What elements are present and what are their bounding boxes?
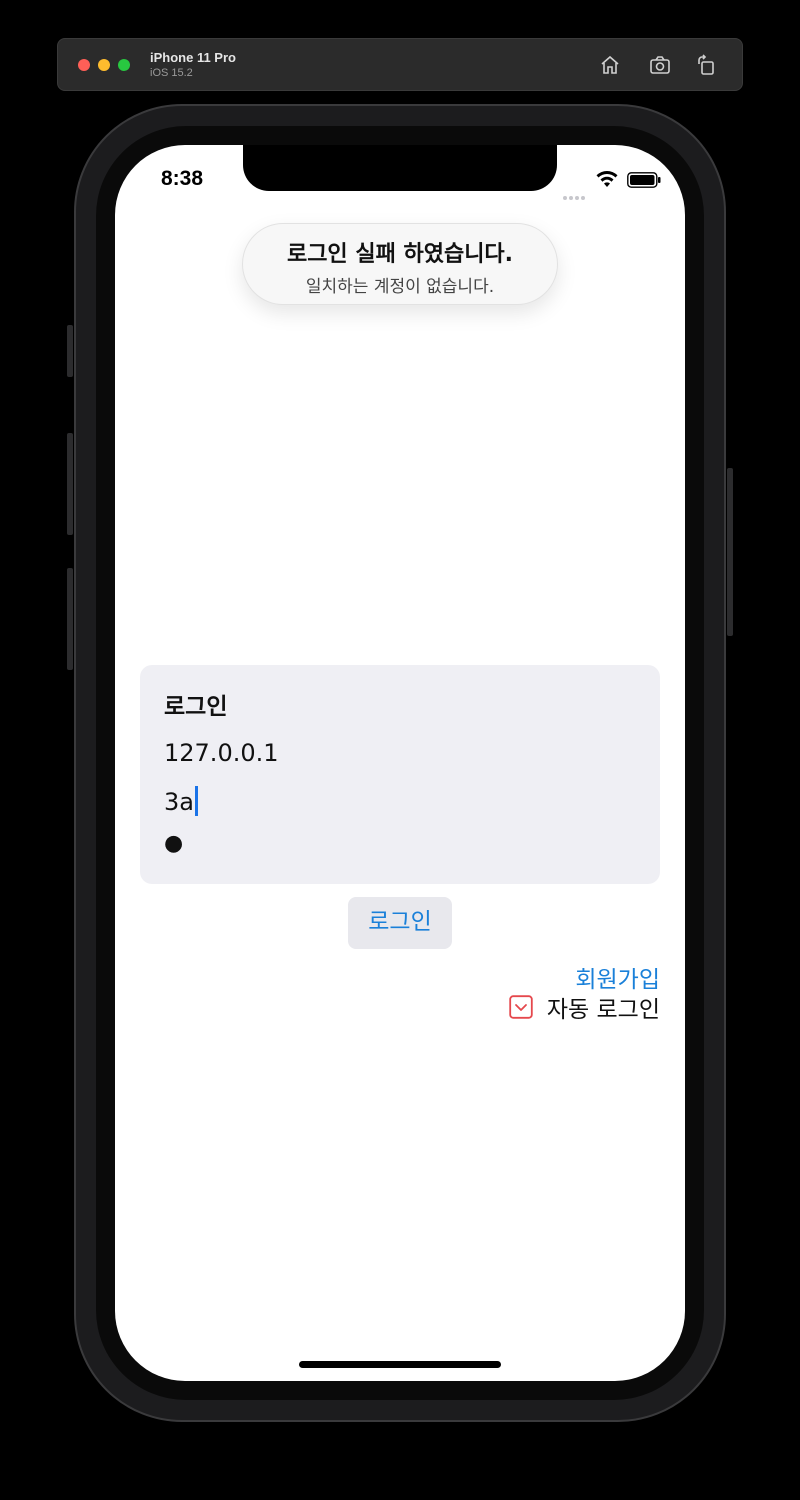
simulator-toolbar: iPhone 11 Pro iOS 15.2: [57, 38, 743, 91]
checkbox-chevron-icon[interactable]: [509, 995, 533, 1019]
text-cursor: [194, 786, 198, 816]
volume-up-button: [67, 433, 73, 535]
home-indicator[interactable]: [299, 1361, 501, 1368]
status-time: 8:38: [161, 167, 204, 190]
toast-title: 로그인 실패 하였습니다.: [286, 242, 514, 267]
password-value: ●: [164, 831, 184, 856]
signup-link[interactable]: 회원가입: [575, 960, 660, 994]
login-button[interactable]: 로그인: [348, 897, 452, 949]
user-id-value: 3a: [164, 788, 194, 816]
zoom-window-button[interactable]: [118, 59, 130, 71]
password-field[interactable]: ●: [164, 831, 183, 856]
rotate-icon[interactable]: [694, 53, 718, 77]
cellular-signal-icon: [563, 185, 587, 204]
minimize-window-button[interactable]: [98, 59, 110, 71]
app-screen: 8:38 로그인 실패 하였습니다. 일치하는 계정이 없습니다. 로그인 12…: [115, 145, 685, 1381]
mute-switch: [67, 325, 73, 377]
volume-down-button: [67, 568, 73, 670]
login-failed-toast: 로그인 실패 하였습니다. 일치하는 계정이 없습니다.: [242, 223, 558, 305]
login-card: 로그인 127.0.0.1 3a ●: [140, 665, 660, 884]
screenshot-icon[interactable]: [648, 53, 672, 77]
server-address-field[interactable]: 127.0.0.1: [164, 739, 279, 767]
login-card-title: 로그인: [164, 694, 228, 720]
wifi-icon: [596, 171, 618, 187]
close-window-button[interactable]: [78, 59, 90, 71]
auto-login-toggle[interactable]: 자동 로그인: [509, 991, 660, 1023]
server-address-value: 127.0.0.1: [164, 739, 279, 767]
power-button: [727, 468, 733, 636]
home-icon[interactable]: [598, 53, 622, 77]
toast-message: 일치하는 계정이 없습니다.: [305, 277, 495, 297]
notch: [243, 145, 557, 191]
battery-icon: [627, 172, 661, 188]
auto-login-label: 자동 로그인: [546, 997, 660, 1023]
simulator-os-version: iOS 15.2: [150, 67, 193, 79]
user-id-field[interactable]: 3a: [164, 786, 198, 816]
simulator-device-name: iPhone 11 Pro: [150, 50, 236, 65]
